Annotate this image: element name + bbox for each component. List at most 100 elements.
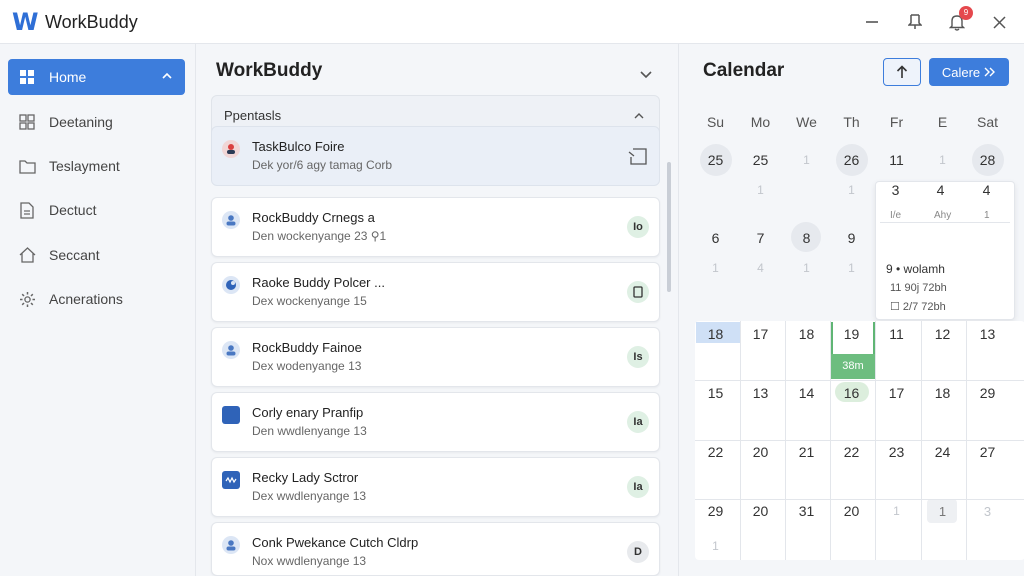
minimize-icon (866, 21, 878, 23)
close-button[interactable] (987, 10, 1011, 34)
task-subtitle: Den wockenyange 23 ⚲1 (252, 229, 387, 243)
calendar-day[interactable]: 11 (874, 326, 919, 342)
scrollbar[interactable] (667, 162, 671, 292)
calendar-day[interactable]: 22 (829, 444, 874, 460)
calendar-day[interactable]: 22 (693, 444, 738, 460)
task-card[interactable]: RockBuddy Crnegs a Den wockenyange 23 ⚲1… (211, 197, 660, 257)
calendar-day[interactable]: 1 (920, 504, 965, 519)
calendar-day[interactable]: 19 (829, 326, 874, 342)
calendar-event-label[interactable]: 38m (831, 354, 875, 379)
task-action-button[interactable]: D (627, 541, 649, 563)
calendar-day[interactable]: 8 (784, 230, 829, 246)
chevron-up-icon[interactable] (633, 110, 645, 122)
grid-line (695, 499, 1024, 500)
calendar-day[interactable]: 27 (965, 444, 1010, 460)
calendar-day[interactable]: 18 (920, 385, 965, 401)
weekday-label: E (937, 114, 948, 130)
calendar-day[interactable]: 13 (965, 326, 1010, 342)
panel-title: WorkBuddy (216, 60, 323, 81)
task-action-button[interactable]: Ia (627, 476, 649, 498)
sidebar-item-dectuct[interactable]: Dectuct (8, 192, 185, 228)
calendar-day[interactable]: 1 (784, 153, 829, 167)
calendar-day[interactable]: 11 (874, 152, 919, 168)
sidebar-item-teslayment[interactable]: Teslayment (8, 148, 185, 184)
gear-icon (18, 290, 36, 308)
task-action-button[interactable]: Ia (627, 411, 649, 433)
task-card[interactable]: Corly enary Pranfip Den wwdlenyange 13 I… (211, 392, 660, 452)
task-subtitle: Den wwdlenyange 13 (252, 424, 367, 438)
calendar-day[interactable]: 25 (693, 152, 738, 168)
calendar-panel: Calendar Calere Su Mo We Th Fr E Sat 25 … (678, 44, 1024, 576)
calendar-up-button[interactable] (883, 58, 921, 86)
calendar-day[interactable]: 9 (829, 230, 874, 246)
avatar (222, 341, 240, 359)
task-card[interactable]: Conk Pwekance Cutch Cldrp Nox wwdlenyang… (211, 522, 660, 576)
calendar-day[interactable]: 31 (784, 503, 829, 519)
calendar-day[interactable]: 6 (693, 230, 738, 246)
sidebar-item-acnerations[interactable]: Acnerations (8, 281, 185, 317)
calendar-day[interactable]: 20 (738, 444, 783, 460)
calendar-primary-button[interactable]: Calere (929, 58, 1009, 86)
sidebar-item-label: Acnerations (49, 291, 123, 307)
sidebar-item-label: Teslayment (49, 158, 120, 174)
task-card[interactable]: RockBuddy Fainoe Dex wodenyange 13 Is (211, 327, 660, 387)
calendar-day[interactable]: 1 (693, 539, 738, 553)
calendar-day[interactable]: 16 (829, 385, 874, 401)
task-subtitle: Dex wockenyange 15 (252, 294, 367, 308)
calendar-day[interactable]: 17 (874, 385, 919, 401)
sidebar-item-deetaning[interactable]: Deetaning (8, 104, 185, 140)
edit-icon (628, 148, 647, 165)
sidebar-item-home[interactable]: Home (8, 59, 185, 95)
event-popover[interactable]: 3 4 4 I/e Ahy 1 9 • wolamh 11 90j 72bh ☐… (875, 181, 1015, 320)
folder-icon (18, 157, 36, 175)
calendar-day-sub: 1 (712, 261, 719, 275)
avatar (222, 140, 240, 158)
calendar-day[interactable]: 29 (693, 503, 738, 519)
calendar-day[interactable]: 7 (738, 230, 783, 246)
calendar-day-sub: 4 (757, 261, 764, 275)
calendar-day[interactable]: 18 (784, 326, 829, 342)
calendar-day[interactable]: 3 (965, 504, 1010, 519)
calendar-day[interactable]: 12 (920, 326, 965, 342)
calendar-day[interactable]: 26 (829, 152, 874, 168)
calendar-day[interactable]: 29 (965, 385, 1010, 401)
calendar-day[interactable]: 13 (738, 385, 783, 401)
pin-button[interactable] (903, 10, 927, 34)
avatar (222, 536, 240, 554)
task-action-button[interactable]: Is (627, 346, 649, 368)
calendar-day[interactable]: 15 (693, 385, 738, 401)
task-action-button[interactable] (627, 281, 649, 303)
calendar-day[interactable]: 14 (784, 385, 829, 401)
task-action-button[interactable]: Io (627, 216, 649, 238)
pin-icon (908, 14, 922, 29)
minimize-button[interactable] (860, 10, 884, 34)
calendar-day-sub: 1 (757, 183, 764, 197)
task-panel: WorkBuddy Ppentasls TaskBulco Foire Dek … (196, 44, 678, 576)
calendar-day[interactable]: 28 (965, 152, 1010, 168)
task-card[interactable]: Raoke Buddy Polcer ... Dex wockenyange 1… (211, 262, 660, 322)
task-title: Recky Lady Sctror (252, 470, 359, 485)
task-title: Corly enary Pranfip (252, 405, 364, 420)
calendar-day[interactable]: 1 (920, 153, 965, 167)
task-card[interactable]: TaskBulco Foire Dek yor/6 agy tamag Corb (211, 126, 660, 186)
calendar-day[interactable]: 24 (920, 444, 965, 460)
popover-day-sub: Ahy (934, 210, 952, 221)
popover-divider (880, 222, 1010, 223)
calendar-day[interactable]: 18 (693, 326, 738, 342)
notifications-button[interactable]: 9 (945, 6, 973, 34)
task-action-button[interactable] (627, 145, 649, 167)
popover-day: 4 (936, 182, 945, 198)
calendar-day[interactable]: 17 (738, 326, 783, 342)
sidebar-item-label: Home (49, 69, 87, 85)
section-header: Ppentasls (224, 108, 282, 123)
calendar-day[interactable]: 20 (829, 503, 874, 519)
calendar-day[interactable]: 20 (738, 503, 783, 519)
calendar-day[interactable]: 21 (784, 444, 829, 460)
calendar-day[interactable]: 23 (874, 444, 919, 460)
calendar-day[interactable]: 1 (874, 504, 919, 518)
weekday-label: Fr (889, 114, 904, 130)
sidebar-item-seccant[interactable]: Seccant (8, 237, 185, 273)
task-card[interactable]: Recky Lady Sctror Dex wwdlenyange 13 Ia (211, 457, 660, 517)
calendar-day[interactable]: 25 (738, 152, 783, 168)
chevron-down-icon[interactable] (638, 66, 654, 82)
